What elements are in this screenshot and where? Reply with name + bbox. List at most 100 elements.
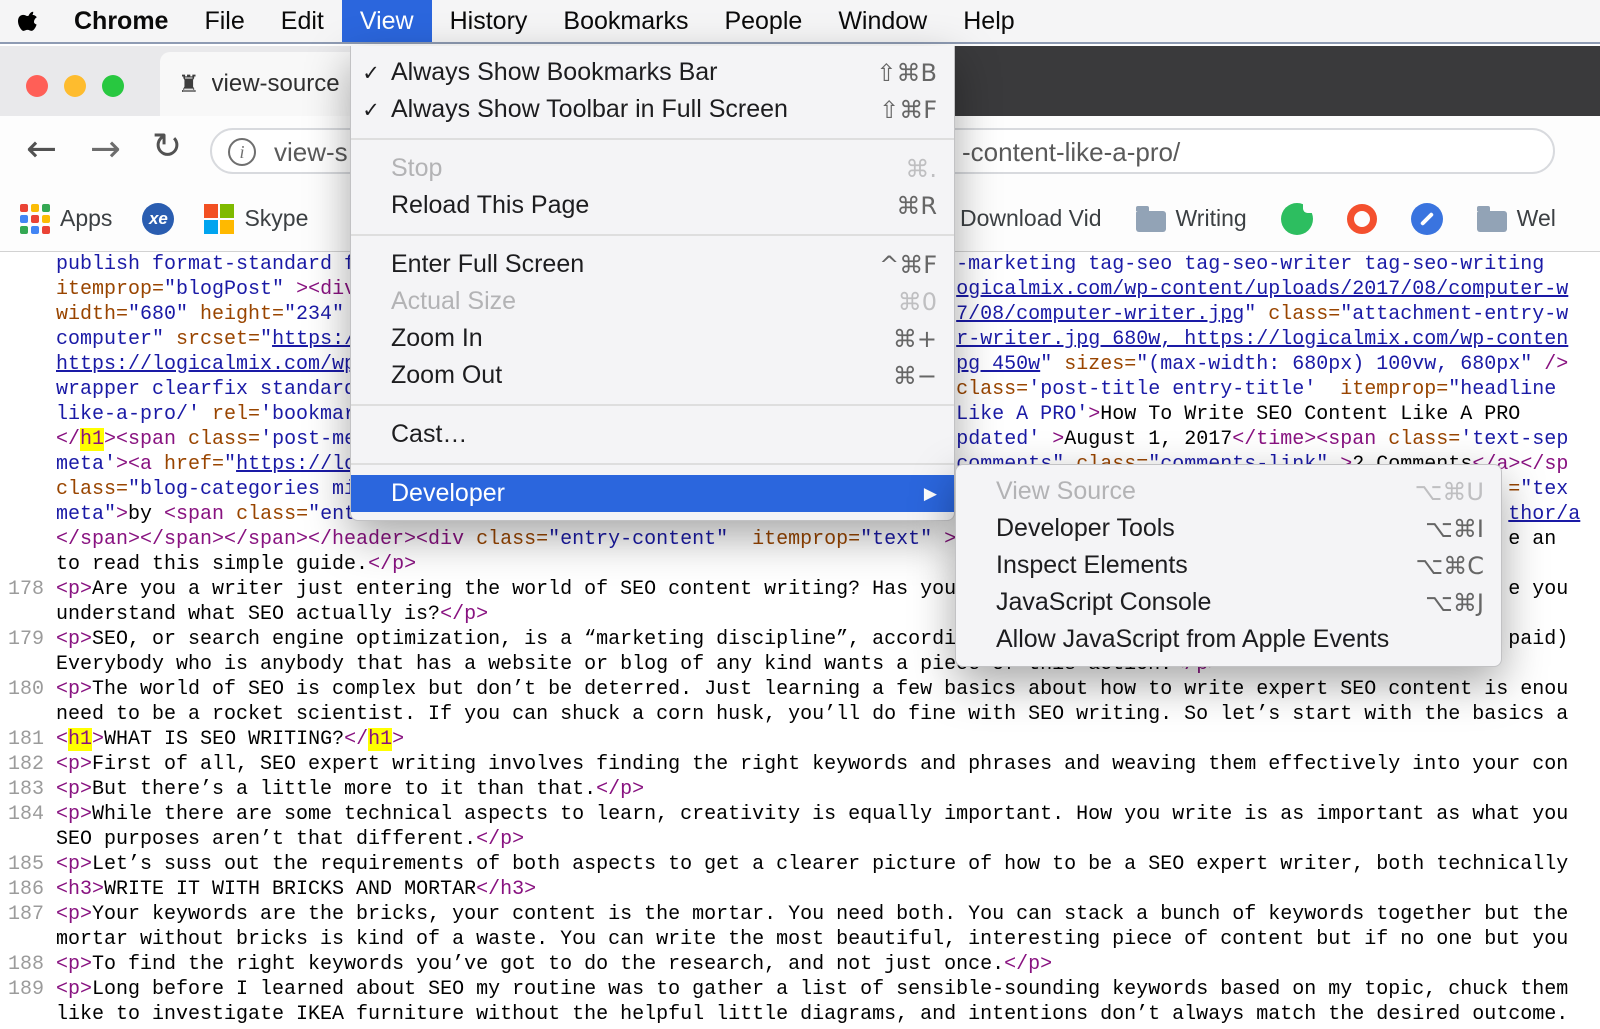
view-menu-item-zoom-out[interactable]: Zoom Out ⌘− bbox=[351, 357, 954, 394]
code-segment: e an bbox=[1508, 528, 1557, 551]
menubar-item-window[interactable]: Window bbox=[820, 0, 945, 42]
menubar-item-edit[interactable]: Edit bbox=[263, 0, 342, 42]
line-number bbox=[0, 327, 44, 352]
menu-item-label: Cast… bbox=[391, 420, 468, 448]
code-segment: like to investigate IKEA furniture witho… bbox=[56, 1003, 1569, 1026]
code-segment: SEO, or search engine optimization, is a… bbox=[92, 628, 957, 651]
bookmark-apps[interactable]: Apps bbox=[20, 203, 112, 234]
developer-submenu-item-javascript-console[interactable]: JavaScript Console ⌥⌘J bbox=[956, 584, 1501, 621]
reload-icon[interactable]: ↻ bbox=[152, 126, 182, 167]
code-row: mortar without bricks is kind of a waste… bbox=[0, 927, 1600, 952]
code-segment: rel= bbox=[200, 403, 261, 426]
code-row: 184 <p>While there are some technical asp… bbox=[0, 802, 1600, 827]
code-segment: like-a-pro/' bbox=[56, 403, 201, 426]
line-number bbox=[0, 552, 44, 577]
code-segment: meta' bbox=[56, 453, 117, 476]
code-segment: " bbox=[260, 328, 273, 351]
line-number bbox=[0, 1002, 44, 1027]
code-segment: https://logicalmix.com/wp bbox=[56, 353, 357, 376]
menubar-item-people[interactable]: People bbox=[706, 0, 820, 42]
menu-shortcut: ⇧⌘B bbox=[876, 58, 937, 87]
code-segment: "blog-categories mi bbox=[128, 478, 357, 501]
code-segment: Let’s suss out the requirements of both … bbox=[92, 853, 1569, 876]
page-info-icon[interactable]: i bbox=[228, 138, 256, 166]
view-menu-item-reload-this-page[interactable]: Reload This Page ⌘R bbox=[351, 187, 954, 224]
code-segment: "entry-content" bbox=[548, 528, 729, 551]
code-segment: ><a bbox=[116, 453, 153, 476]
code-segment: thor/a bbox=[1508, 503, 1581, 526]
bookmark-xe[interactable]: xe bbox=[142, 202, 175, 235]
bookmark-writing[interactable]: Writing bbox=[1135, 205, 1247, 232]
code-segment: width= bbox=[56, 303, 129, 326]
code-segment: wrapper clearfix standard bbox=[56, 378, 357, 401]
code-line-text: <p>Your keywords are the bricks, your co… bbox=[56, 902, 1568, 927]
code-segment: r-writer.jpg 680w, https://logicalmix.co… bbox=[956, 328, 1569, 351]
developer-submenu: View Source ⌥⌘U Developer Tools ⌥⌘I Inspect … bbox=[955, 464, 1502, 667]
view-menu-item-always-show-bookmarks-bar[interactable]: ✓ Always Show Bookmarks Bar ⇧⌘B bbox=[351, 54, 954, 91]
menubar-item-history[interactable]: History bbox=[432, 0, 546, 42]
line-number bbox=[0, 527, 44, 552]
code-row: 180 <p>The world of SEO is complex but do… bbox=[0, 677, 1600, 702]
menubar-item-apple[interactable] bbox=[0, 0, 56, 42]
minimize-button[interactable] bbox=[64, 75, 86, 97]
forward-icon[interactable]: → bbox=[90, 127, 121, 170]
menu-shortcut: ⌥⌘J bbox=[1425, 588, 1484, 617]
code-line-text: <p>To find the right keywords you’ve got… bbox=[56, 952, 1052, 977]
code-segment: > bbox=[1040, 428, 1065, 451]
code-line-text: <p>The world of SEO is complex but don’t… bbox=[56, 677, 1568, 702]
bookmark-wel[interactable]: Wel bbox=[1476, 205, 1556, 232]
bookmark-red-ring[interactable] bbox=[1346, 203, 1377, 234]
menubar-item-view[interactable]: View bbox=[341, 0, 432, 42]
menubar-item-bookmarks[interactable]: Bookmarks bbox=[545, 0, 706, 42]
line-number bbox=[0, 352, 44, 377]
menubar-item-chrome[interactable]: Chrome bbox=[56, 0, 186, 42]
code-row: need to be a rocket scientist. If you ca… bbox=[0, 702, 1600, 727]
zoom-button[interactable] bbox=[102, 75, 124, 97]
code-segment: <p> bbox=[56, 903, 93, 926]
code-segment: = bbox=[1508, 478, 1521, 501]
code-segment: class= bbox=[176, 428, 261, 451]
code-segment: > bbox=[92, 728, 105, 751]
developer-submenu-item-inspect-elements[interactable]: Inspect Elements ⌥⌘C bbox=[956, 547, 1501, 584]
view-menu-item-enter-full-screen[interactable]: Enter Full Screen ^⌘F bbox=[351, 246, 954, 283]
tab-favicon-icon: ♜ bbox=[178, 70, 200, 98]
submenu-arrow-icon: ▶ bbox=[923, 483, 937, 504]
menu-shortcut: ⌘0 bbox=[897, 287, 937, 316]
code-segment: Your keywords are the bricks, your conte… bbox=[92, 903, 1569, 926]
bookmark-skype[interactable]: Skype bbox=[204, 203, 308, 234]
line-number bbox=[0, 452, 44, 477]
menu-item-label: Always Show Bookmarks Bar bbox=[391, 58, 718, 86]
view-menu-item-stop: Stop ⌘. bbox=[351, 150, 954, 187]
code-segment: > bbox=[116, 503, 129, 526]
view-menu-item-zoom-in[interactable]: Zoom In ⌘+ bbox=[351, 320, 954, 357]
view-menu-item-cast[interactable]: Cast… bbox=[351, 416, 954, 453]
menubar-item-help[interactable]: Help bbox=[945, 0, 1032, 42]
code-segment: <span bbox=[164, 503, 225, 526]
bookmark-pencil[interactable] bbox=[1410, 202, 1443, 235]
menu-shortcut: ⇧⌘F bbox=[879, 95, 937, 124]
apps-grid-icon bbox=[20, 203, 50, 234]
screen: ♜ view-source ← → ↻ i view-s -content-li… bbox=[0, 0, 1600, 1029]
menu-separator bbox=[351, 463, 954, 465]
bookmark-download-vid[interactable]: Download Vid bbox=[960, 205, 1102, 232]
developer-submenu-item-allow-javascript-from-apple-events[interactable]: Allow JavaScript from Apple Events bbox=[956, 621, 1501, 658]
code-segment: </p> bbox=[596, 778, 645, 801]
close-button[interactable] bbox=[26, 75, 48, 97]
back-icon[interactable]: ← bbox=[26, 127, 57, 170]
developer-submenu-item-developer-tools[interactable]: Developer Tools ⌥⌘I bbox=[956, 510, 1501, 547]
view-menu-item-always-show-toolbar-in-full-screen[interactable]: ✓ Always Show Toolbar in Full Screen ⇧⌘F bbox=[351, 91, 954, 128]
tab-title: view-source bbox=[211, 70, 340, 97]
menu-item-label: Reload This Page bbox=[391, 191, 590, 219]
menu-item-label: Zoom Out bbox=[391, 361, 503, 389]
bookmark-evernote[interactable] bbox=[1280, 202, 1313, 235]
code-segment: class= bbox=[956, 378, 1029, 401]
menu-shortcut: ⌘. bbox=[905, 154, 937, 183]
code-segment: Like A PRO' bbox=[956, 403, 1089, 426]
code-segment: </p> bbox=[368, 553, 417, 576]
menu-shortcut: ⌥⌘U bbox=[1414, 477, 1484, 506]
code-line-text: <p>Let’s suss out the requirements of bo… bbox=[56, 852, 1568, 877]
view-menu-item-developer[interactable]: Developer ▶ bbox=[351, 475, 954, 512]
code-segment: https:/ bbox=[272, 328, 357, 351]
menu-separator bbox=[351, 138, 954, 140]
menubar-item-file[interactable]: File bbox=[186, 0, 262, 42]
